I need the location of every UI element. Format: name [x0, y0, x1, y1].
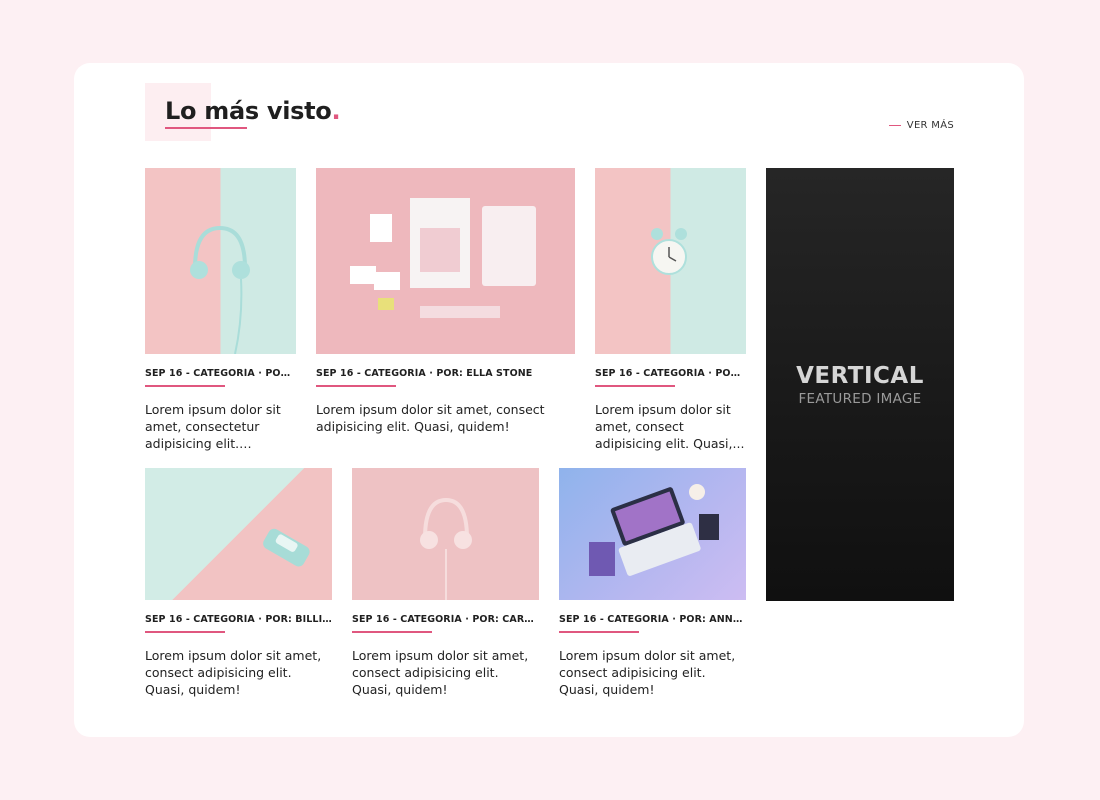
section-title-text: Lo más visto	[165, 97, 332, 125]
post-image[interactable]	[316, 168, 575, 354]
featured-title: VERTICAL	[796, 362, 924, 389]
post-meta[interactable]: SEP 16 - CATEGORÍA · POR: L...	[595, 368, 746, 379]
see-more-label: VER MÁS	[906, 120, 954, 131]
post-image[interactable]	[145, 468, 332, 600]
see-more-link[interactable]: VER MÁS	[888, 120, 954, 131]
title-underline	[165, 127, 247, 129]
post-excerpt[interactable]: Lorem ipsum dolor sit amet, consect adip…	[145, 647, 332, 698]
alarm-clock-image	[651, 228, 687, 275]
meta-underline	[595, 385, 675, 387]
stationery-image	[350, 198, 536, 318]
section-title: Lo más visto.	[165, 97, 341, 125]
meta-underline	[145, 631, 225, 633]
post-card[interactable]: SEP 16 - CATEGORÍA · POR: ANNA P... Lore…	[559, 468, 746, 698]
post-excerpt[interactable]: Lorem ipsum dolor sit amet, consectetur …	[145, 401, 296, 452]
meta-underline	[316, 385, 396, 387]
post-card[interactable]: SEP 16 - CATEGORÍA · POR: L... Lorem ips…	[595, 168, 746, 452]
meta-underline	[352, 631, 432, 633]
headphones-image	[190, 225, 250, 354]
post-image[interactable]	[595, 168, 746, 354]
post-meta[interactable]: SEP 16 - CATEGORÍA · POR: N...	[145, 368, 296, 379]
post-meta[interactable]: SEP 16 - CATEGORÍA · POR: ANNA P...	[559, 614, 746, 625]
meta-underline	[145, 385, 225, 387]
post-card[interactable]: SEP 16 - CATEGORÍA · POR: CAROLIN... Lor…	[352, 468, 539, 698]
laptop-image	[589, 484, 719, 576]
post-meta[interactable]: SEP 16 - CATEGORÍA · POR: ELLA STONE	[316, 368, 575, 379]
post-excerpt[interactable]: Lorem ipsum dolor sit amet, consect adip…	[595, 401, 746, 452]
post-card[interactable]: SEP 16 - CATEGORÍA · POR: BILLIE T... Lo…	[145, 468, 332, 698]
post-image[interactable]	[145, 168, 296, 354]
meta-underline	[559, 631, 639, 633]
post-excerpt[interactable]: Lorem ipsum dolor sit amet, consect adip…	[316, 401, 575, 435]
title-dot: .	[331, 97, 341, 125]
post-meta[interactable]: SEP 16 - CATEGORÍA · POR: BILLIE T...	[145, 614, 332, 625]
post-excerpt[interactable]: Lorem ipsum dolor sit amet, consect adip…	[559, 647, 746, 698]
post-image[interactable]	[559, 468, 746, 600]
most-viewed-section: Lo más visto. VER MÁS SEP 16 - CATEGORÍA…	[74, 63, 1024, 737]
post-excerpt[interactable]: Lorem ipsum dolor sit amet, consect adip…	[352, 647, 539, 698]
post-meta[interactable]: SEP 16 - CATEGORÍA · POR: CAROLIN...	[352, 614, 539, 625]
post-card[interactable]: SEP 16 - CATEGORÍA · POR: N... Lorem ips…	[145, 168, 296, 452]
post-card[interactable]: SEP 16 - CATEGORÍA · POR: ELLA STONE Lor…	[316, 168, 575, 435]
featured-subtitle: FEATURED IMAGE	[798, 390, 922, 407]
vertical-featured-image[interactable]: VERTICAL FEATURED IMAGE	[766, 168, 954, 601]
dash-icon	[888, 125, 901, 126]
post-image[interactable]	[352, 468, 539, 600]
headphones-image	[420, 497, 472, 600]
toy-car-image	[263, 528, 310, 567]
